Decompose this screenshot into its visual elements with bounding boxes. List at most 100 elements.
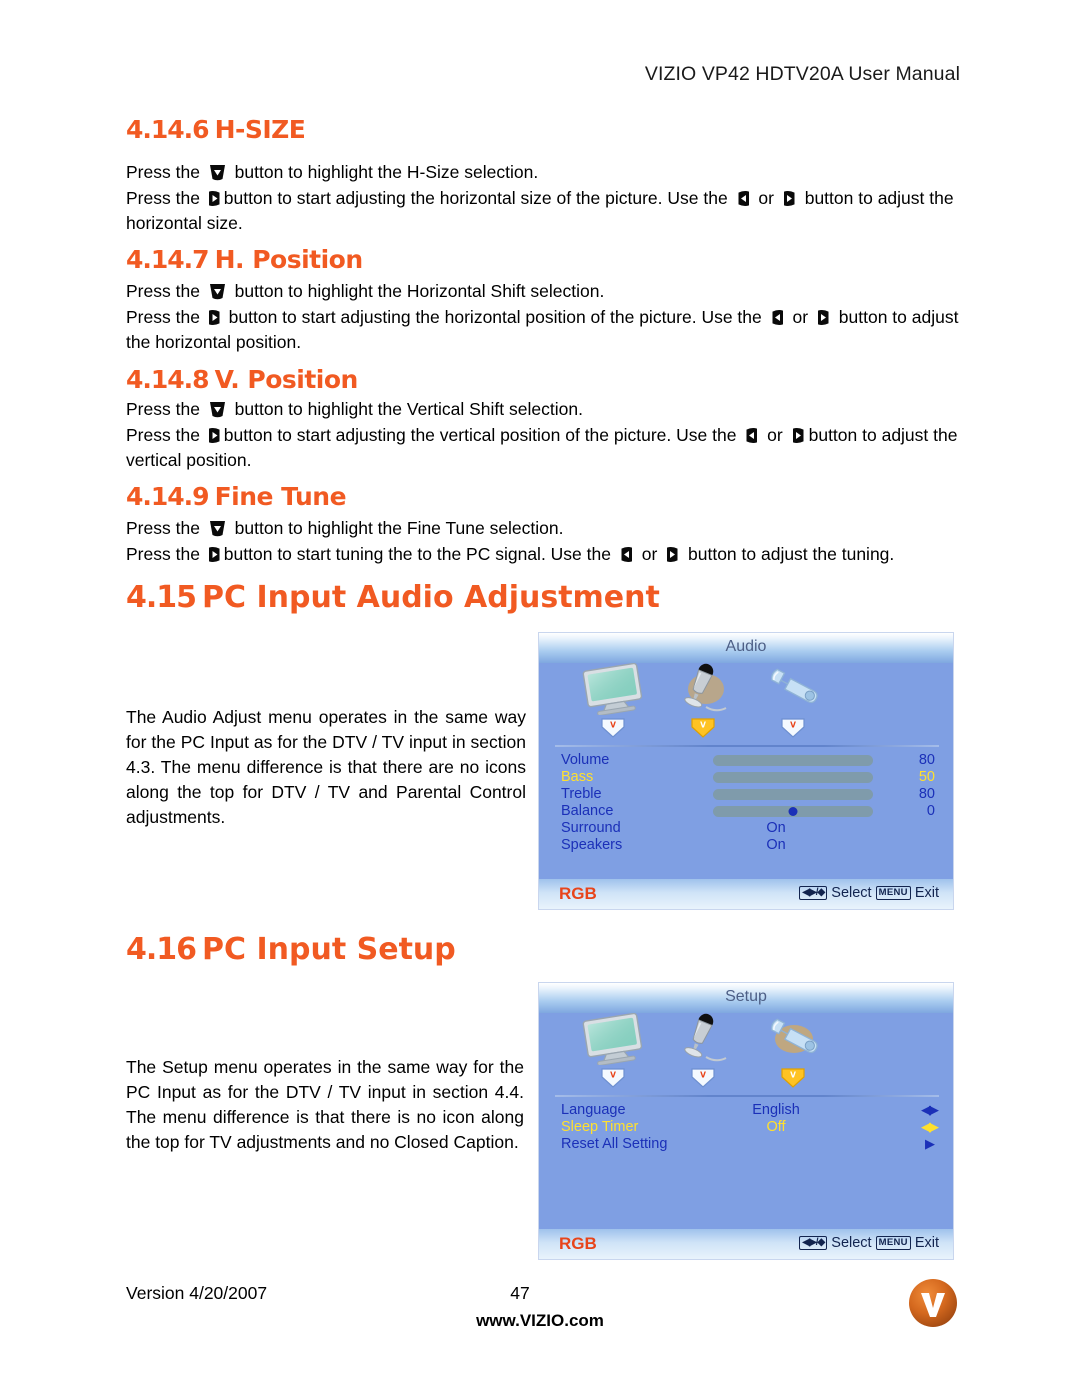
row-value: Off	[766, 1119, 786, 1135]
paragraph-4-14-6-b: Press the button to start adjusting the …	[126, 186, 960, 236]
text-run: button to highlight the H-Size selection…	[229, 162, 539, 182]
balance-slider[interactable]	[713, 806, 873, 817]
row-label: Bass	[561, 769, 594, 785]
text-run: button to start adjusting the vertical p…	[223, 425, 742, 445]
osd-hint-row: ◀▶/◆ Select MENU Exit	[799, 1235, 939, 1251]
osd-icon-badge: V	[598, 1067, 628, 1089]
row-value: English	[752, 1102, 800, 1118]
heading-number: 4.14.6	[126, 115, 210, 144]
osd-icon-badge: V	[778, 717, 808, 739]
osd-row-treble[interactable]: Treble 80	[539, 786, 953, 803]
paragraph-4-15: The Audio Adjust menu operates in the sa…	[126, 707, 526, 827]
heading-title: H. Position	[214, 245, 364, 274]
text-run: button to start adjusting the horizontal…	[223, 188, 733, 208]
osd-row-surround[interactable]: Surround On	[539, 820, 953, 837]
left-right-arrow-icon[interactable]: ◀▶	[921, 1103, 939, 1116]
svg-text:V: V	[790, 721, 796, 730]
text-run: or	[787, 307, 813, 327]
osd-title-bar: Setup	[539, 983, 953, 1013]
osd-icon-microphone[interactable]: V	[657, 663, 749, 739]
osd-icon-microphone[interactable]: V	[657, 1013, 749, 1089]
audio-osd-rows: Volume 80 Bass 50 Treble 80 Balance 0 Su…	[539, 747, 953, 854]
row-value: On	[766, 837, 786, 853]
text-run: Press the	[126, 188, 205, 208]
select-hint: Select	[831, 1235, 872, 1251]
osd-icon-wrench[interactable]: V	[747, 663, 839, 739]
exit-hint: Exit	[914, 1235, 939, 1251]
down-button-icon	[207, 519, 228, 538]
heading-title: H-SIZE	[214, 115, 306, 144]
osd-icon-badge: V	[598, 717, 628, 739]
heading-4-14-7: 4.14.7 H. Position	[126, 245, 363, 274]
heading-number: 4.14.9	[126, 482, 210, 511]
heading-number: 4.16	[126, 932, 197, 967]
down-button-icon	[207, 400, 228, 419]
left-right-arrow-icon[interactable]: ◀▶	[921, 1120, 939, 1133]
paragraph-4-14-6-a: Press the button to highlight the H-Size…	[126, 160, 960, 185]
row-label: Treble	[561, 786, 602, 802]
osd-icon-row: V V V	[539, 1012, 953, 1095]
osd-icon-row: V V V	[539, 662, 953, 745]
heading-title: PC Input Setup	[202, 932, 456, 967]
monitor-icon	[567, 662, 659, 717]
text-run: button to adjust the tuning.	[683, 544, 895, 564]
menu-key-icon: MENU	[875, 1236, 911, 1250]
osd-row-speakers[interactable]: Speakers On	[539, 837, 953, 854]
down-button-icon	[207, 163, 228, 182]
left-button-icon	[618, 545, 635, 564]
right-arrow-icon[interactable]: ▶	[925, 1137, 935, 1150]
bass-slider[interactable]	[713, 772, 873, 783]
footer-page-number: 47	[510, 1283, 530, 1303]
heading-4-15: 4.15 PC Input Audio Adjustment	[126, 580, 660, 615]
page-header: VIZIO VP42 HDTV20A User Manual	[644, 63, 960, 85]
row-label: Balance	[561, 803, 614, 819]
text-run: or	[753, 188, 779, 208]
volume-slider[interactable]	[713, 755, 873, 766]
osd-footer: RGB ◀▶/◆ Select MENU Exit	[539, 879, 953, 909]
right-button-icon	[207, 545, 222, 564]
osd-row-balance[interactable]: Balance 0	[539, 803, 953, 820]
osd-row-bass[interactable]: Bass 50	[539, 769, 953, 786]
osd-icon-monitor[interactable]: V	[567, 662, 659, 739]
heading-number: 4.15	[126, 580, 197, 615]
paragraph-4-16: The Setup menu operates in the same way …	[126, 1057, 524, 1152]
paragraph-4-14-8-a: Press the button to highlight the Vertic…	[126, 397, 960, 422]
osd-row-sleep-timer[interactable]: Sleep Timer Off ◀▶	[539, 1119, 953, 1136]
text-run: button to highlight the Horizontal Shift…	[229, 281, 605, 301]
right-button-icon	[815, 308, 832, 327]
osd-source-label: RGB	[559, 1234, 597, 1253]
svg-text:V: V	[610, 721, 616, 730]
right-button-icon	[664, 545, 681, 564]
right-button-icon	[207, 426, 222, 445]
osd-footer: RGB ◀▶/◆ Select MENU Exit	[539, 1229, 953, 1259]
treble-slider[interactable]	[713, 789, 873, 800]
row-value: 50	[918, 769, 935, 785]
audio-osd-screenshot: Audio V V V Volume 80 Bass 50 Treble 80 …	[539, 633, 953, 909]
heading-4-14-9: 4.14.9 Fine Tune	[126, 482, 347, 511]
paragraph-4-14-9-a: Press the button to highlight the Fine T…	[126, 516, 960, 541]
osd-icon-monitor[interactable]: V	[567, 1012, 659, 1089]
osd-icon-wrench[interactable]: V	[747, 1013, 839, 1089]
setup-osd-screenshot: Setup V V V Language English ◀▶ Sleep Ti…	[539, 983, 953, 1259]
osd-icon-badge-selected: V	[688, 717, 718, 739]
right-button-icon	[207, 308, 222, 327]
row-value: 0	[926, 803, 935, 819]
setup-osd-rows: Language English ◀▶ Sleep Timer Off ◀▶ R…	[539, 1097, 953, 1153]
osd-row-language[interactable]: Language English ◀▶	[539, 1102, 953, 1119]
svg-text:V: V	[700, 1071, 706, 1080]
osd-row-reset-all-setting[interactable]: Reset All Setting ▶	[539, 1136, 953, 1153]
heading-4-14-8: 4.14.8 V. Position	[126, 365, 358, 394]
manual-page: VIZIO VP42 HDTV20A User Manual 4.14.6 H-S…	[0, 0, 1080, 1397]
microphone-icon	[657, 663, 749, 717]
text-run: button to start adjusting the horizontal…	[223, 307, 767, 327]
row-label: Volume	[561, 752, 610, 768]
text-run: button to start tuning the to the PC sig…	[223, 544, 616, 564]
left-button-icon	[769, 308, 786, 327]
text-run: button to highlight the Fine Tune select…	[229, 518, 564, 538]
text-run: button to highlight the Vertical Shift s…	[229, 399, 583, 419]
navigation-keys-icon: ◀▶/◆	[799, 1236, 828, 1250]
right-button-icon	[207, 189, 222, 208]
vizio-logo	[905, 1275, 961, 1331]
osd-row-volume[interactable]: Volume 80	[539, 752, 953, 769]
text-run: Press the	[126, 425, 205, 445]
